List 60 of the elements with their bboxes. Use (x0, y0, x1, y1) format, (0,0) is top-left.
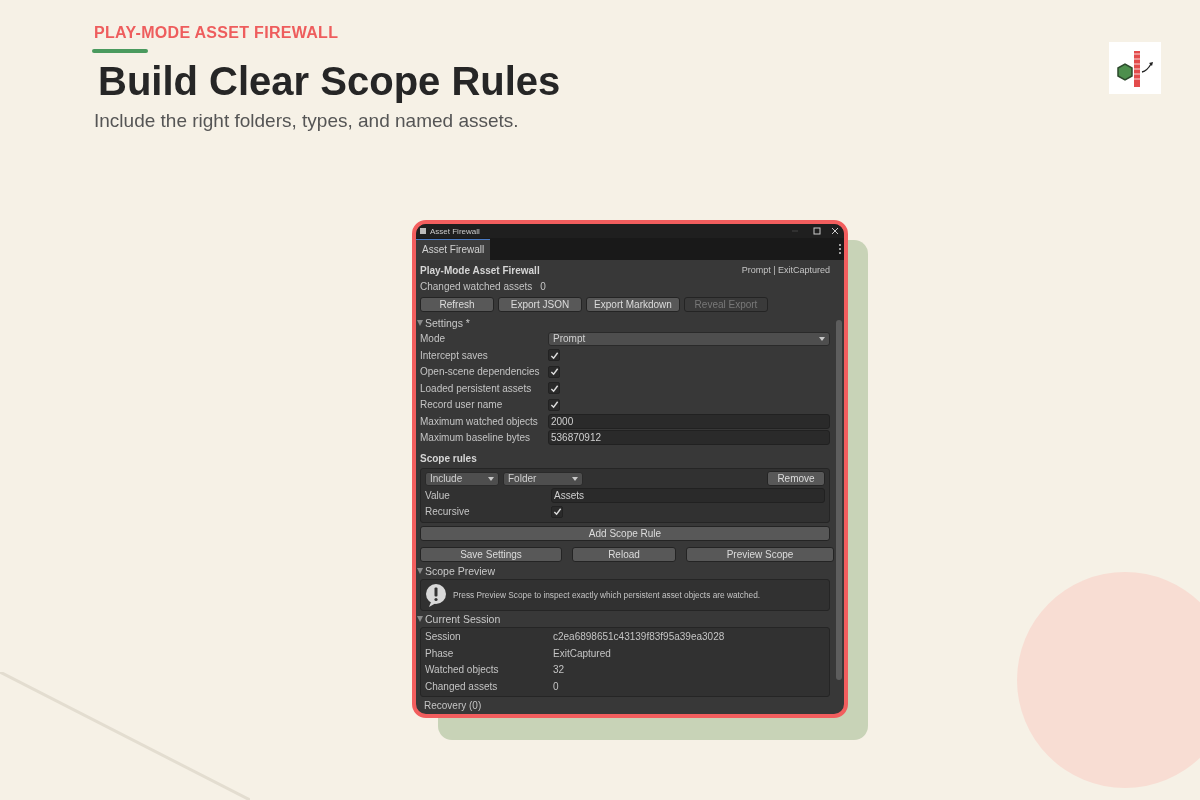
panel-title: Play-Mode Asset Firewall (420, 264, 541, 276)
action-button[interactable]: Save Settings (420, 547, 562, 563)
toolbar-button[interactable]: Export Markdown (586, 296, 680, 312)
field-label: Value (425, 489, 451, 501)
window-tab[interactable]: Asset Firewall (416, 239, 491, 260)
toolbar-button[interactable]: Refresh (420, 296, 494, 312)
checkbox[interactable] (551, 505, 563, 518)
number-field[interactable]: 2000 (548, 413, 830, 429)
checkbox[interactable] (548, 382, 560, 395)
accent-bar (92, 49, 148, 53)
info-value: ExitCaptured (553, 647, 611, 659)
checkbox[interactable] (548, 365, 560, 378)
toolbar-button[interactable]: Export JSON (498, 296, 582, 312)
changed-count: 0 (540, 281, 546, 293)
scrollbar-thumb[interactable] (836, 320, 842, 680)
mode-dropdown[interactable]: Prompt (548, 331, 830, 346)
caret-icon (488, 476, 494, 481)
foldout-header[interactable]: Recovery (0) (424, 700, 482, 712)
more-icon[interactable] (836, 243, 844, 255)
kicker-text: PLAY-MODE ASSET FIREWALL (94, 24, 339, 42)
field-label: Mode (420, 333, 446, 345)
info-value: c2ea6898651c43139f83f95a39ea3028 (553, 631, 725, 643)
action-dropdown[interactable]: Include (425, 471, 499, 486)
value-field[interactable]: Assets (551, 487, 825, 503)
page-title: Build Clear Scope Rules (98, 59, 561, 104)
field-label: Intercept saves (420, 349, 489, 361)
info-label: Phase (425, 647, 455, 659)
type-dropdown[interactable]: Folder (503, 471, 583, 486)
field-label: Record user name (420, 399, 504, 411)
app-icon (420, 228, 426, 234)
checkbox[interactable] (548, 398, 560, 411)
action-button[interactable]: Reload (572, 547, 676, 563)
foldout-header[interactable]: Settings * (417, 314, 830, 331)
foldout-header[interactable]: Current Session (417, 610, 830, 627)
info-value: 32 (553, 664, 565, 676)
info-label: Session (425, 631, 462, 643)
info-label: Changed assets (425, 680, 499, 692)
close-icon[interactable] (830, 227, 840, 235)
remove-button[interactable]: Remove (767, 471, 825, 487)
logo-icon (1109, 42, 1161, 94)
caret-icon (819, 336, 825, 341)
page-subtitle: Include the right folders, types, and named assets. (94, 110, 519, 132)
warning-icon (425, 582, 447, 607)
section-title: Scope rules (420, 452, 477, 464)
info-label: Watched objects (425, 664, 500, 676)
field-label: Open-scene dependencies (420, 366, 541, 378)
checkbox[interactable] (548, 349, 560, 362)
help-text: Press Preview Scope to inspect exactly which persistent asset objects are watched. (453, 589, 761, 600)
caret-icon (572, 476, 578, 481)
action-button[interactable]: Preview Scope (686, 547, 834, 563)
info-value: 0 (553, 680, 559, 692)
field-label: Maximum baseline bytes (420, 432, 532, 444)
field-label: Recursive (425, 506, 471, 518)
number-field[interactable]: 536870912 (548, 430, 830, 446)
window-title: Asset Firewall (430, 226, 481, 236)
field-label: Maximum watched objects (420, 415, 539, 427)
field-label: Loaded persistent assets (420, 382, 533, 394)
changed-label: Changed watched assets (420, 281, 533, 293)
status-text: Prompt | ExitCaptured (741, 265, 830, 276)
add-rule-button[interactable]: Add Scope Rule (420, 525, 830, 541)
